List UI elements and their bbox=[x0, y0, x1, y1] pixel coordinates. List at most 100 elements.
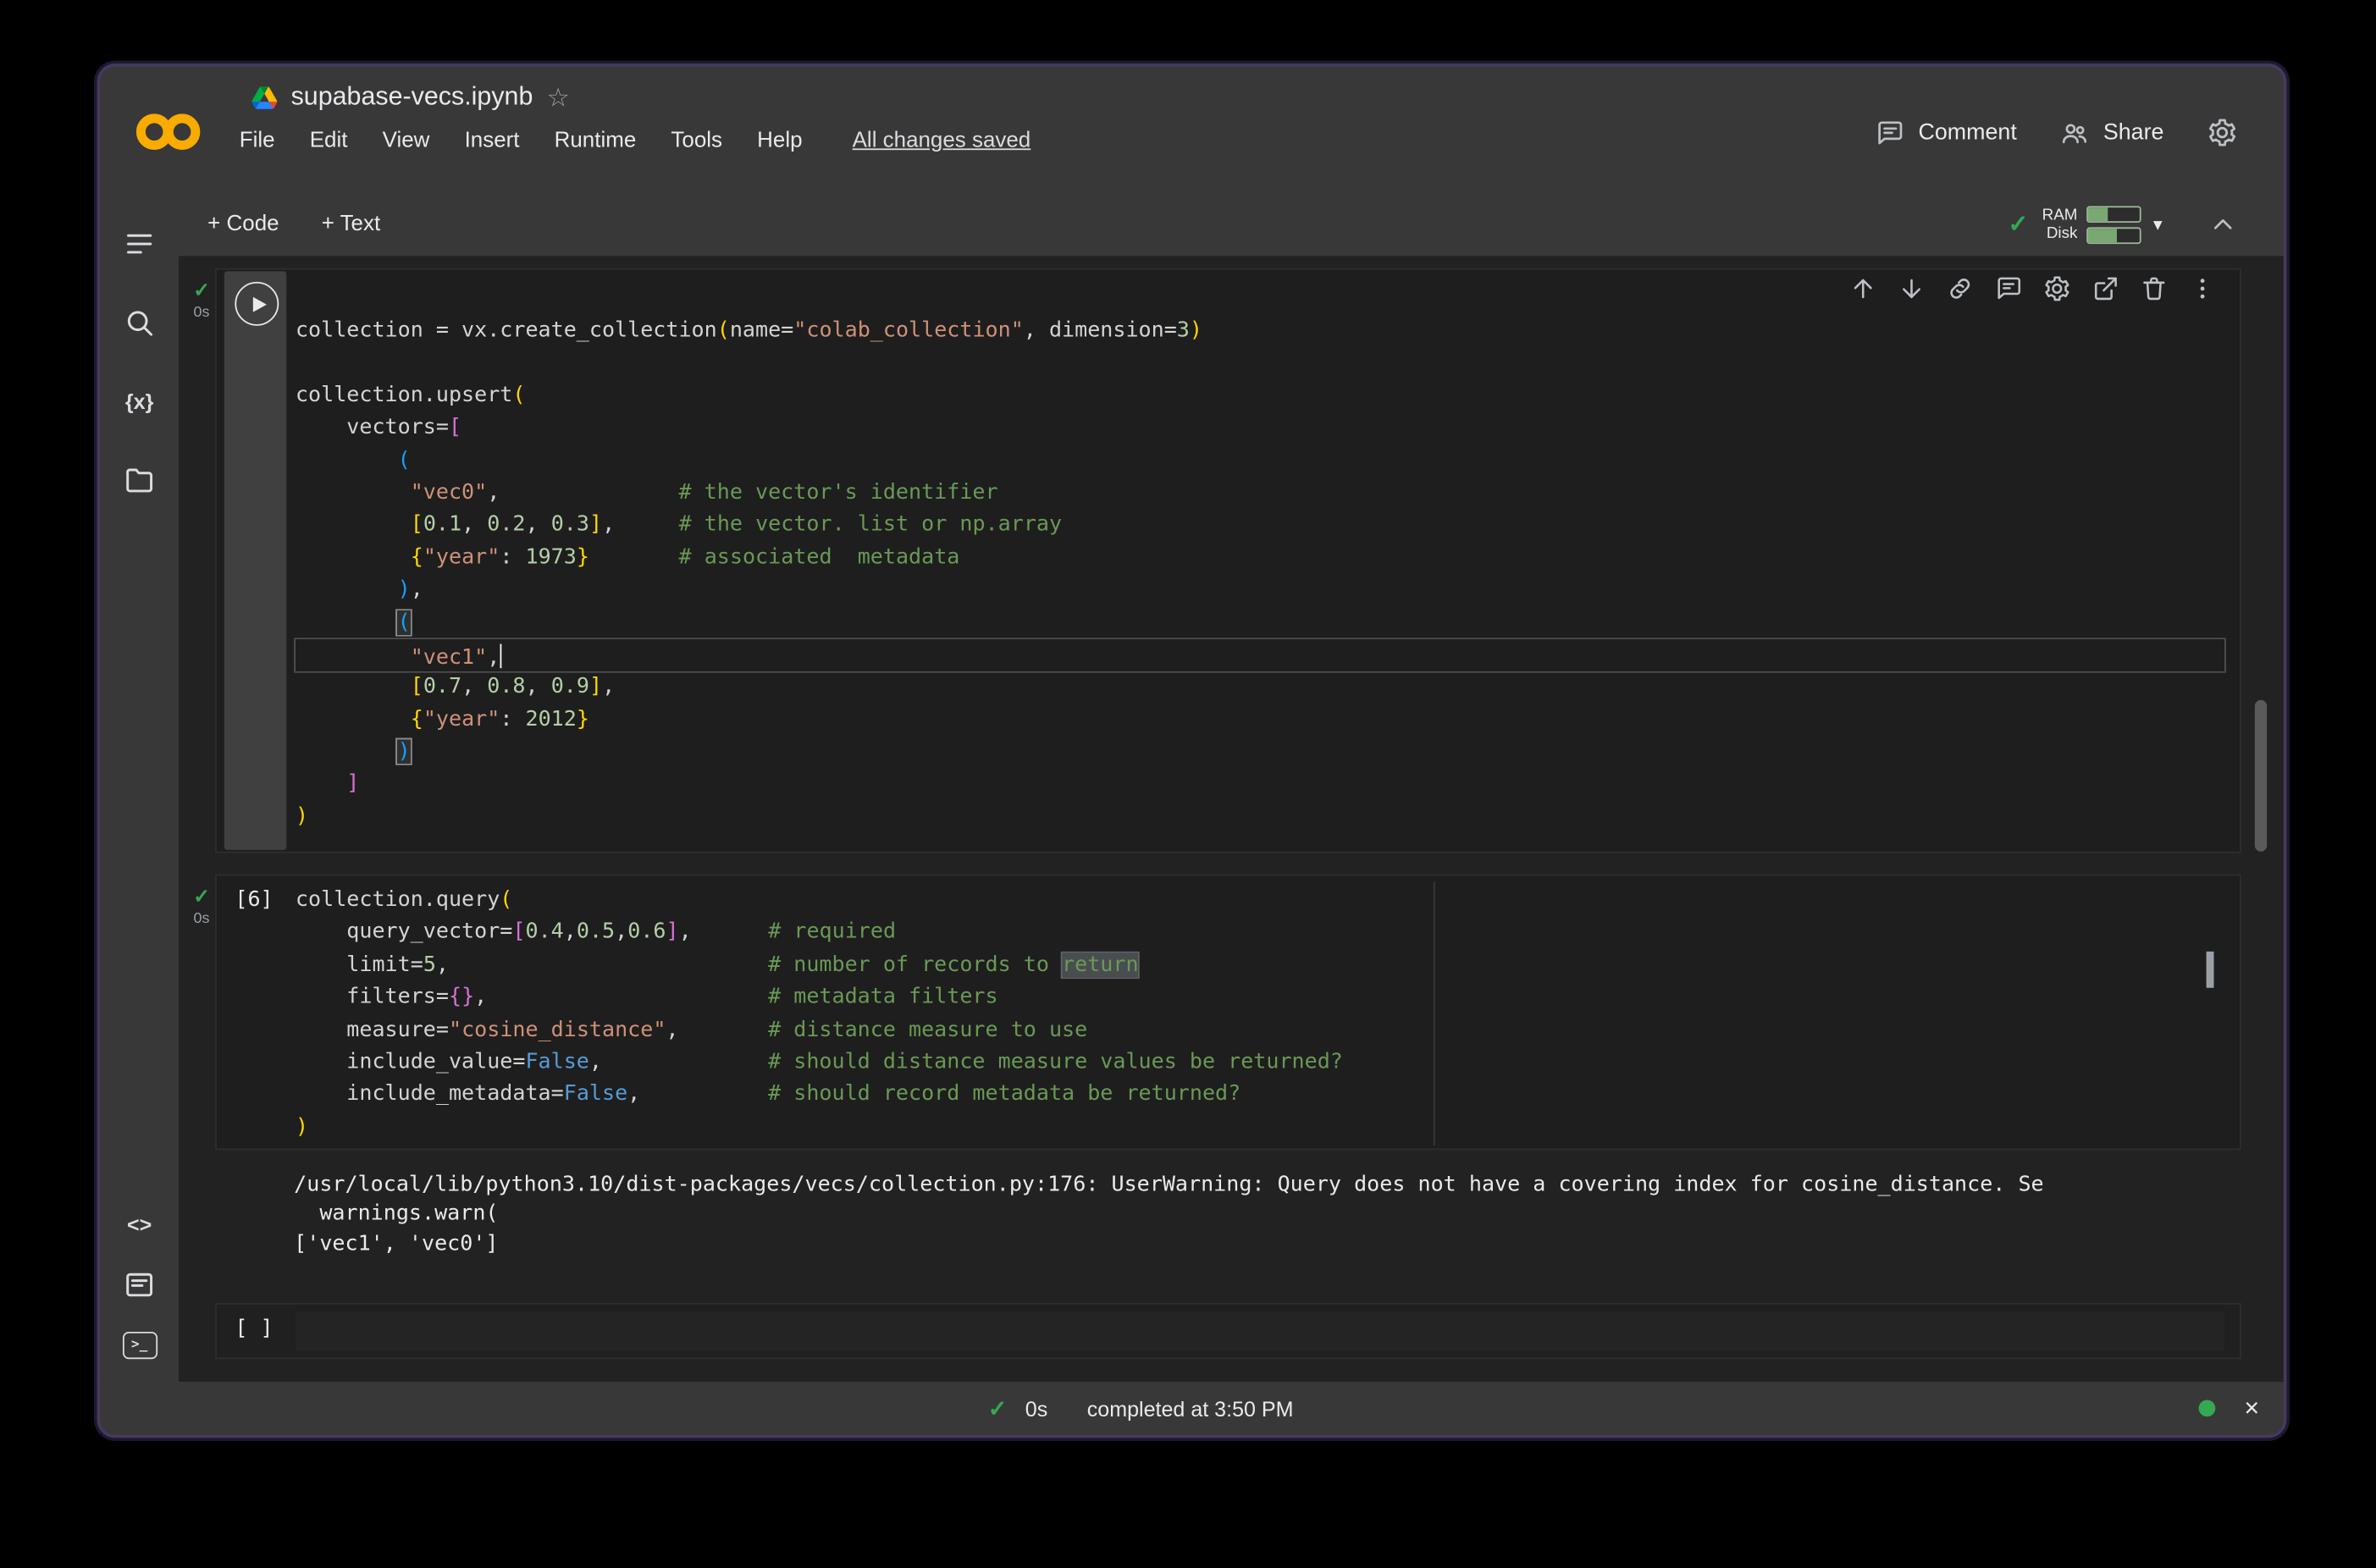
trash-icon bbox=[2140, 274, 2169, 303]
code-snippets-button[interactable]: <> bbox=[121, 1206, 157, 1242]
status-elapsed: 0s bbox=[1025, 1396, 1047, 1421]
cell2-success-check-icon: ✓ bbox=[185, 886, 218, 906]
resource-meters bbox=[2086, 205, 2141, 243]
add-text-button[interactable]: + Text bbox=[322, 213, 380, 237]
changes-saved-status[interactable]: All changes saved bbox=[853, 129, 1031, 153]
notebook-area: ✓ 0s collection = vx.create_collection(n… bbox=[179, 256, 2284, 1382]
arrow-up-icon bbox=[1848, 274, 1877, 303]
copy-cell-link-button[interactable] bbox=[1946, 274, 1975, 303]
header-actions: Comment Share bbox=[1875, 117, 2239, 149]
play-icon bbox=[252, 296, 266, 312]
terminal-icon: >_ bbox=[122, 1332, 157, 1359]
resources-caret-down-icon[interactable]: ▾ bbox=[2153, 213, 2163, 235]
menu-tools[interactable]: Tools bbox=[671, 129, 722, 153]
execution-status: ✓ 0s completed at 3:50 PM bbox=[988, 1382, 1294, 1435]
cell1-gutter bbox=[224, 271, 286, 850]
cell2-run-status: ✓ 0s bbox=[185, 886, 218, 927]
resources-widget[interactable]: ✓ RAM Disk ▾ bbox=[2009, 205, 2239, 243]
header: supabase-vecs.ipynb ☆ File Edit View Ins… bbox=[100, 67, 2284, 193]
status-completed-text: completed at 3:50 PM bbox=[1087, 1396, 1294, 1421]
cell3-execution-count[interactable]: [ ] bbox=[235, 1314, 273, 1346]
share-label: Share bbox=[2103, 119, 2164, 145]
cell3-code-editor[interactable] bbox=[296, 1311, 2224, 1351]
cell2-scrollbar-thumb[interactable] bbox=[2207, 952, 2214, 988]
search-icon bbox=[123, 306, 156, 339]
open-in-tab-icon bbox=[2091, 274, 2120, 303]
gear-icon bbox=[2207, 117, 2239, 149]
variables-icon: {x} bbox=[125, 389, 153, 414]
more-cell-actions-button[interactable] bbox=[2188, 274, 2217, 303]
command-palette-icon bbox=[123, 1268, 156, 1301]
ram-label: RAM bbox=[2042, 207, 2078, 223]
star-icon[interactable]: ☆ bbox=[547, 84, 570, 109]
editor-settings-button[interactable] bbox=[2042, 274, 2071, 303]
status-bar: ✓ 0s completed at 3:50 PM × bbox=[100, 1382, 2284, 1435]
more-vertical-icon bbox=[2188, 274, 2217, 303]
cell1-run-status: ✓ 0s bbox=[185, 280, 218, 321]
menu-insert[interactable]: Insert bbox=[465, 129, 520, 153]
close-status-icon[interactable]: × bbox=[2244, 1395, 2259, 1421]
command-palette-button[interactable] bbox=[121, 1267, 157, 1303]
colab-logo-icon[interactable] bbox=[133, 97, 202, 167]
table-of-contents-icon bbox=[123, 227, 156, 260]
sidebar-bottom-group: <> >_ bbox=[121, 1206, 157, 1382]
table-of-contents-button[interactable] bbox=[121, 226, 157, 262]
cell2-output: /usr/local/lib/python3.10/dist-packages/… bbox=[294, 1171, 2257, 1259]
menu-file[interactable]: File bbox=[240, 129, 275, 153]
cell-gear-icon bbox=[2042, 274, 2071, 303]
share-people-icon bbox=[2059, 118, 2090, 148]
notebook-scrollbar-thumb[interactable] bbox=[2255, 700, 2267, 852]
disk-meter bbox=[2086, 227, 2141, 244]
code-cell-3[interactable]: [ ] bbox=[215, 1303, 2241, 1359]
cell1-code-editor[interactable]: collection = vx.create_collection(name="… bbox=[296, 315, 2224, 833]
comment-bubble-icon bbox=[1994, 274, 2023, 303]
menu-edit[interactable]: Edit bbox=[310, 129, 348, 153]
menu-view[interactable]: View bbox=[383, 129, 430, 153]
add-comment-button[interactable] bbox=[1994, 274, 2023, 303]
add-code-button[interactable]: + Code bbox=[207, 213, 279, 237]
connection-dot-icon[interactable] bbox=[2199, 1400, 2216, 1417]
link-icon bbox=[1946, 274, 1975, 303]
cell1-success-check-icon: ✓ bbox=[185, 280, 218, 300]
folder-icon bbox=[123, 464, 156, 497]
cell2-duration: 0s bbox=[185, 912, 218, 927]
menu-runtime[interactable]: Runtime bbox=[555, 129, 637, 153]
disk-label: Disk bbox=[2042, 226, 2078, 242]
open-in-tab-button[interactable] bbox=[2091, 274, 2120, 303]
settings-button[interactable] bbox=[2207, 117, 2239, 149]
comment-icon bbox=[1875, 118, 1905, 148]
notebook-toolbar: + Code + Text ✓ RAM Disk ▾ bbox=[179, 192, 2284, 256]
status-check-icon: ✓ bbox=[988, 1394, 1008, 1422]
comment-label: Comment bbox=[1918, 119, 2016, 145]
colab-window: supabase-vecs.ipynb ☆ File Edit View Ins… bbox=[97, 63, 2287, 1438]
move-cell-down-button[interactable] bbox=[1898, 274, 1926, 303]
cell2-execution-count[interactable]: [6] bbox=[235, 885, 273, 917]
chevron-up-icon bbox=[2207, 209, 2238, 240]
menu-bar: File Edit View Insert Runtime Tools Help… bbox=[240, 129, 1031, 153]
code-cell-1: collection = vx.create_collection(name="… bbox=[215, 268, 2241, 853]
screen: supabase-vecs.ipynb ☆ File Edit View Ins… bbox=[0, 0, 2376, 1568]
left-sidebar: {x} <> >_ bbox=[100, 192, 179, 1382]
move-cell-up-button[interactable] bbox=[1848, 274, 1877, 303]
cell1-duration: 0s bbox=[185, 306, 218, 321]
code-snippets-icon: <> bbox=[127, 1212, 152, 1237]
search-button[interactable] bbox=[121, 305, 157, 341]
drive-icon bbox=[251, 86, 277, 108]
code-cell-2: [6] collection.query( query_vector=[0.4,… bbox=[215, 875, 2241, 1151]
runtime-connected-check-icon: ✓ bbox=[2009, 209, 2029, 240]
ram-meter bbox=[2086, 205, 2141, 222]
share-button[interactable]: Share bbox=[2059, 118, 2164, 148]
arrow-down-icon bbox=[1898, 274, 1926, 303]
editor-ruler-line bbox=[1434, 882, 1435, 1146]
terminal-button[interactable]: >_ bbox=[121, 1328, 157, 1364]
comment-button[interactable]: Comment bbox=[1875, 118, 2017, 148]
cell2-code-editor[interactable]: collection.query( query_vector=[0.4,0.5,… bbox=[296, 885, 2224, 1144]
delete-cell-button[interactable] bbox=[2140, 274, 2169, 303]
variables-button[interactable]: {x} bbox=[121, 384, 157, 420]
menu-help[interactable]: Help bbox=[757, 129, 802, 153]
run-cell-button[interactable] bbox=[235, 282, 279, 326]
files-button[interactable] bbox=[121, 462, 157, 499]
collapse-sections-button[interactable] bbox=[2207, 209, 2238, 240]
notebook-title[interactable]: supabase-vecs.ipynb bbox=[291, 82, 533, 113]
cell1-toolbar bbox=[1848, 274, 2217, 303]
